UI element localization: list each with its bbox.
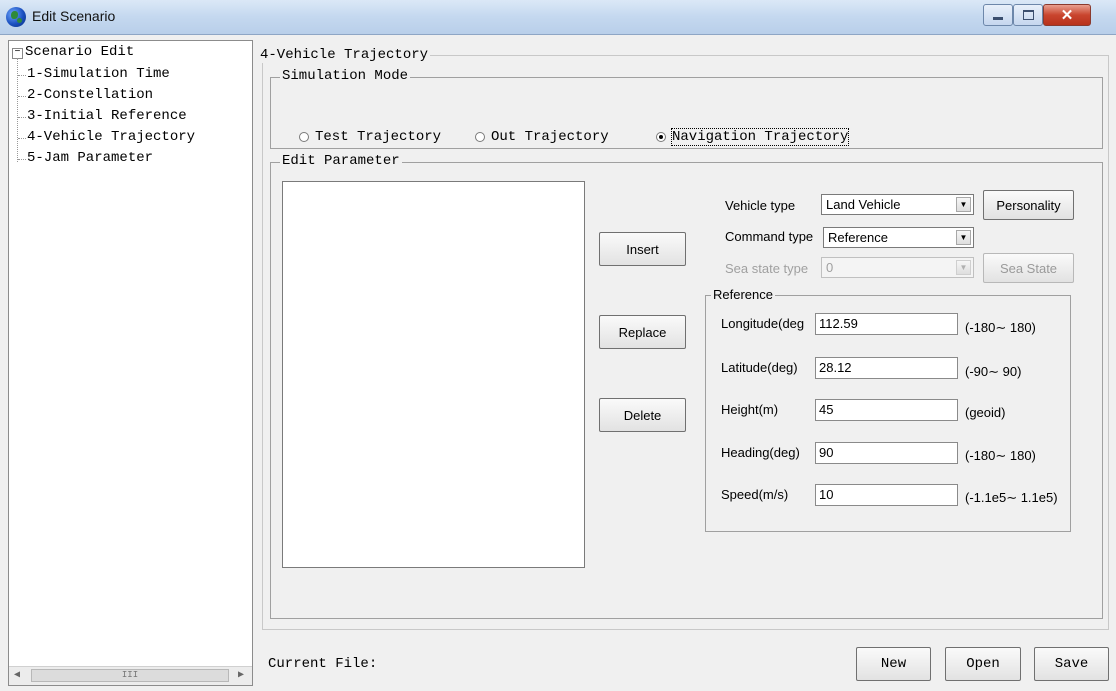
replace-button[interactable]: Replace	[599, 315, 686, 349]
vehicle-type-label: Vehicle type	[725, 198, 796, 213]
radio-icon	[475, 132, 485, 142]
tree-connector	[17, 58, 18, 162]
scroll-left-icon[interactable]: ◀	[14, 669, 20, 681]
edit-parameter-title: Edit Parameter	[280, 153, 402, 169]
radio-out-trajectory[interactable]: Out Trajectory	[475, 129, 609, 145]
latitude-range: (-90∼ 90)	[965, 364, 1022, 379]
longitude-label: Longitude(deg	[721, 316, 805, 331]
delete-button[interactable]: Delete	[599, 398, 686, 432]
minimize-button[interactable]	[983, 4, 1013, 26]
close-button[interactable]: ✕	[1043, 4, 1091, 26]
scroll-right-icon[interactable]: ▶	[238, 669, 244, 681]
radio-test-trajectory[interactable]: Test Trajectory	[299, 129, 441, 145]
radio-label: Out Trajectory	[491, 129, 609, 145]
radio-label: Navigation Trajectory	[670, 128, 850, 146]
tree-item-constellation[interactable]: 2-Constellation	[27, 87, 153, 103]
simulation-mode-title: Simulation Mode	[280, 68, 411, 84]
tree-root[interactable]: Scenario Edit	[25, 44, 134, 60]
insert-button[interactable]: Insert	[599, 232, 686, 266]
sea-state-type-select[interactable]: 0 ▼	[821, 257, 974, 278]
command-type-select[interactable]: Reference ▼	[823, 227, 974, 248]
current-file-label: Current File:	[268, 656, 378, 672]
radio-icon	[299, 132, 309, 142]
longitude-input[interactable]: 112.59	[815, 313, 958, 335]
dropdown-arrow-icon[interactable]: ▼	[956, 197, 971, 212]
tree-connector	[18, 138, 26, 139]
minimize-icon	[993, 16, 1003, 20]
scrollbar-thumb[interactable]: III	[31, 669, 229, 682]
sea-state-type-value: 0	[826, 260, 834, 275]
speed-range: (-1.1e5∼ 1.1e5)	[965, 490, 1058, 505]
sea-state-type-label: Sea state type	[725, 261, 809, 276]
horizontal-scrollbar[interactable]: ◀ III ▶	[9, 666, 252, 685]
heading-label: Heading(deg)	[721, 445, 800, 460]
height-input[interactable]: 45	[815, 399, 958, 421]
new-button[interactable]: New	[856, 647, 931, 681]
radio-navigation-trajectory[interactable]: Navigation Trajectory	[656, 128, 850, 146]
sea-state-button[interactable]: Sea State	[983, 253, 1074, 283]
scenario-tree[interactable]: − Scenario Edit 1-Simulation Time 2-Cons…	[8, 40, 253, 686]
tree-connector	[18, 159, 26, 160]
dropdown-arrow-icon[interactable]: ▼	[956, 230, 971, 245]
window-title: Edit Scenario	[32, 8, 116, 24]
reference-title: Reference	[711, 287, 775, 302]
panel-title: 4-Vehicle Trajectory	[258, 47, 431, 63]
speed-label: Speed(m/s)	[721, 487, 789, 502]
title-bar[interactable]: Edit Scenario ✕	[0, 0, 1116, 35]
trajectory-command-list[interactable]	[282, 181, 585, 568]
open-button[interactable]: Open	[945, 647, 1021, 681]
tree-item-jam-parameter[interactable]: 5-Jam Parameter	[27, 150, 153, 166]
tree-item-vehicle-trajectory[interactable]: 4-Vehicle Trajectory	[27, 129, 195, 145]
close-icon: ✕	[1060, 6, 1074, 24]
globe-icon	[6, 7, 26, 27]
latitude-label: Latitude(deg)	[721, 360, 798, 375]
latitude-input[interactable]: 28.12	[815, 357, 958, 379]
radio-selected-icon	[656, 132, 666, 142]
height-range: (geoid)	[965, 405, 1006, 420]
height-label: Height(m)	[721, 402, 779, 417]
save-button[interactable]: Save	[1034, 647, 1109, 681]
vehicle-type-value: Land Vehicle	[826, 197, 901, 212]
dropdown-arrow-icon[interactable]: ▼	[956, 260, 971, 275]
maximize-icon	[1022, 10, 1034, 20]
heading-input[interactable]: 90	[815, 442, 958, 464]
maximize-button[interactable]	[1013, 4, 1043, 26]
radio-label: Test Trajectory	[315, 129, 442, 145]
command-type-value: Reference	[828, 230, 888, 245]
tree-connector	[18, 75, 26, 76]
tree-item-simulation-time[interactable]: 1-Simulation Time	[27, 66, 170, 82]
heading-range: (-180∼ 180)	[965, 448, 1036, 463]
tree-connector	[18, 117, 26, 118]
vehicle-type-select[interactable]: Land Vehicle ▼	[821, 194, 974, 215]
longitude-range: (-180∼ 180)	[965, 320, 1036, 335]
command-type-label: Command type	[725, 229, 814, 244]
speed-input[interactable]: 10	[815, 484, 958, 506]
tree-item-initial-reference[interactable]: 3-Initial Reference	[27, 108, 187, 124]
personality-button[interactable]: Personality	[983, 190, 1074, 220]
tree-connector	[18, 96, 26, 97]
